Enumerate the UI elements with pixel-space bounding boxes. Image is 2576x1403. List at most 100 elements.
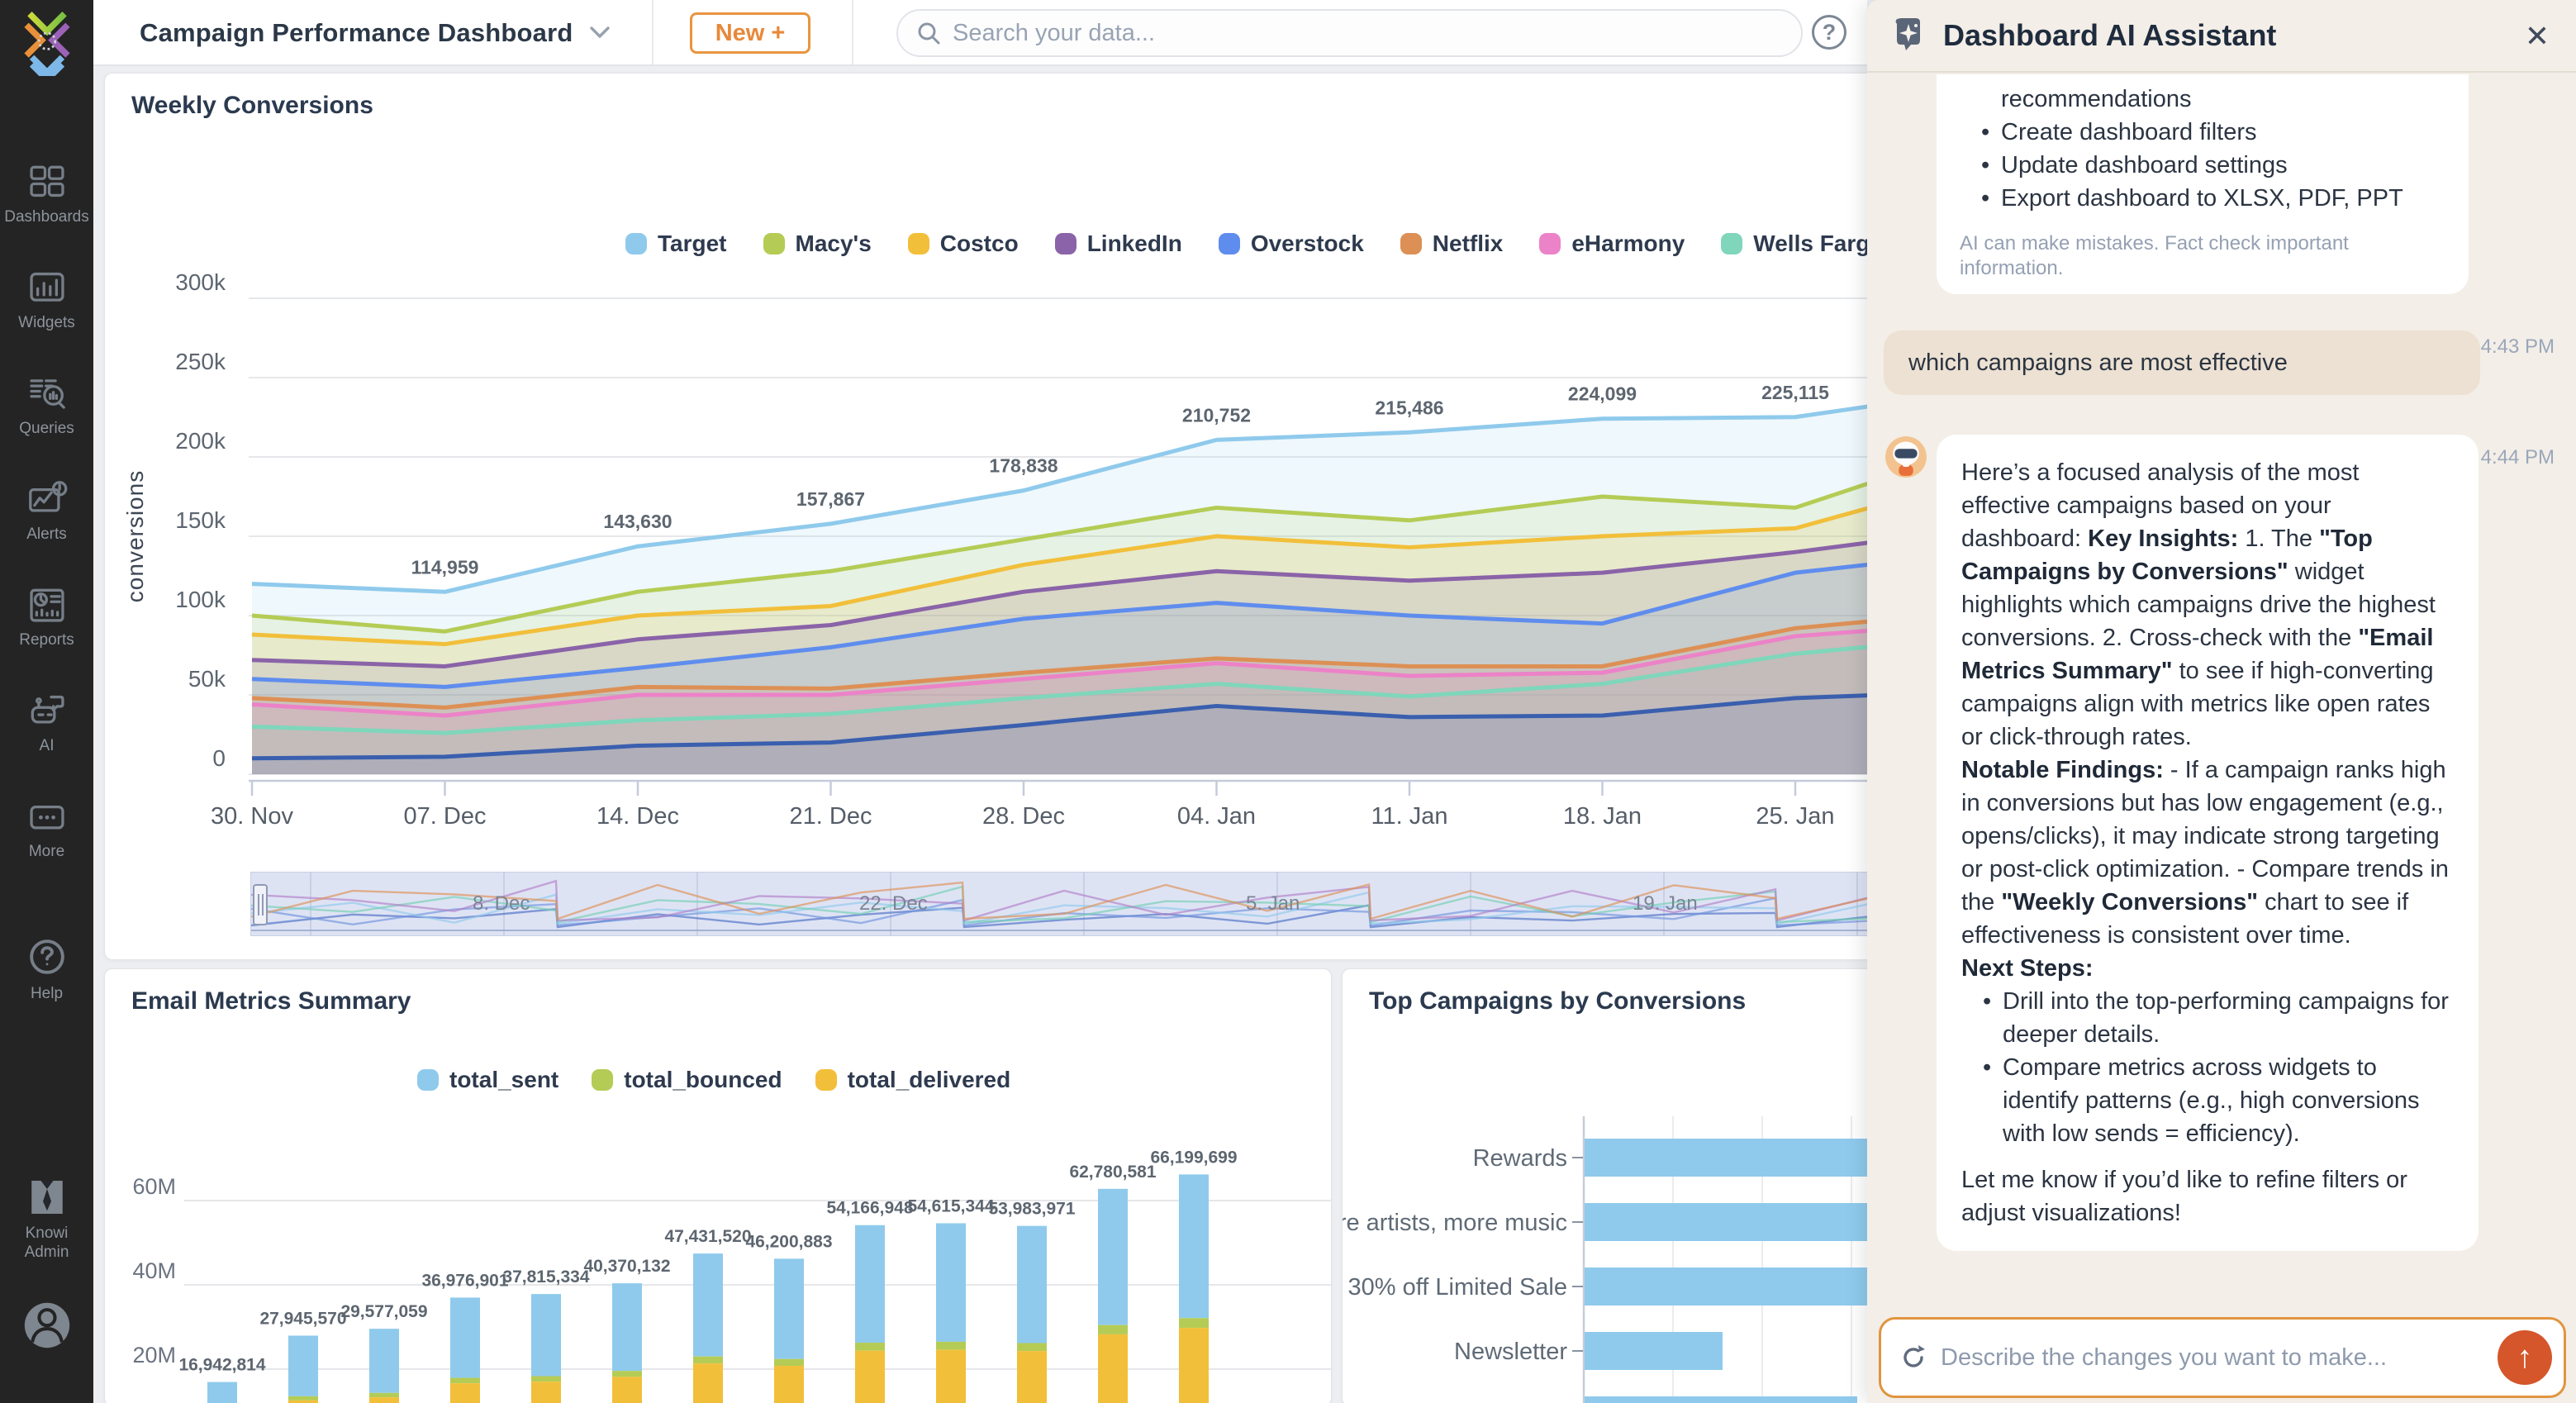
sidebar-item-alerts[interactable]: Alerts <box>0 479 93 544</box>
legend-swatch <box>1219 233 1240 254</box>
legend-item[interactable]: Costco <box>908 231 1019 257</box>
help-circle-icon[interactable]: ? <box>1812 15 1846 50</box>
topbar-divider <box>852 0 853 64</box>
navigator-date-label: 8. Dec <box>473 892 530 916</box>
sidebar-item-label: Widgets <box>0 313 93 332</box>
svg-text:11. Jan: 11. Jan <box>1371 803 1448 830</box>
new-button[interactable]: New + <box>690 12 810 54</box>
legend-swatch <box>1400 233 1422 254</box>
svg-text:100k: 100k <box>175 587 226 612</box>
legend-item[interactable]: Netflix <box>1400 231 1504 257</box>
ai-disclaimer: AI can make mistakes. Fact check importa… <box>1960 231 2445 281</box>
ai-reply-bullet: •Compare metrics across widgets to ident… <box>1961 1051 2454 1150</box>
svg-text:53,983,971: 53,983,971 <box>988 1200 1075 1219</box>
sidebar-item-help[interactable]: Help <box>0 935 93 1003</box>
chart-range-navigator[interactable]: 8. Dec22. Dec5. Jan19. Jan <box>250 872 1874 936</box>
legend-item[interactable]: LinkedIn <box>1055 231 1182 257</box>
campaign-bar[interactable] <box>1585 1203 1874 1241</box>
svg-text:300k: 300k <box>175 269 226 295</box>
svg-text:27,945,570: 27,945,570 <box>259 1309 346 1328</box>
svg-text:157,867: 157,867 <box>796 488 865 510</box>
svg-text:30% off Limited Sale: 30% off Limited Sale <box>1348 1274 1567 1301</box>
svg-text:18. Jan: 18. Jan <box>1563 803 1642 830</box>
user-avatar[interactable] <box>0 1297 93 1353</box>
sidebar-item-reports[interactable]: Reports <box>0 585 93 649</box>
legend-label: total_delivered <box>848 1067 1011 1093</box>
avatar-icon <box>0 1297 93 1353</box>
svg-text:21. Dec: 21. Dec <box>790 803 872 830</box>
weekly-conversions-chart[interactable]: 300k250k200k150k100k50k0conversions30. N… <box>105 74 1874 960</box>
legend-swatch <box>815 1069 837 1091</box>
campaign-bar[interactable] <box>1585 1396 1857 1403</box>
legend-item[interactable]: eHarmony <box>1539 231 1685 257</box>
ai-chat-input[interactable]: Describe the changes you want to make...… <box>1879 1317 2566 1398</box>
legend-item[interactable]: Target <box>625 231 727 257</box>
ai-icon <box>0 691 93 730</box>
svg-text:54,615,344: 54,615,344 <box>907 1196 994 1215</box>
svg-text:50k: 50k <box>188 666 226 692</box>
queries-icon <box>0 373 93 413</box>
ai-assistant-panel: Dashboard AI Assistant ✕ recommendations… <box>1867 0 2576 1403</box>
svg-text:114,959: 114,959 <box>411 556 479 578</box>
legend-item[interactable]: Wells Fargo <box>1721 231 1874 257</box>
navigator-date-label: 5. Jan <box>1246 892 1300 916</box>
email-bar <box>936 1223 966 1403</box>
svg-text:conversions: conversions <box>122 470 148 602</box>
legend-item[interactable]: total_sent <box>417 1067 558 1093</box>
send-button[interactable]: ↑ <box>2498 1330 2552 1385</box>
legend-label: Overstock <box>1251 231 1364 257</box>
svg-text:40,370,132: 40,370,132 <box>583 1257 670 1276</box>
top-campaigns-chart[interactable]: RewardsMore artists, more music30% off L… <box>1343 969 1874 1403</box>
campaign-bar[interactable] <box>1585 1267 1874 1306</box>
email-metrics-panel: Email Metrics Summary total_sent total_bo… <box>104 968 1332 1403</box>
ai-reply-paragraph: Here’s a focused analysis of the most ef… <box>1961 456 2454 754</box>
top-campaigns-panel: Top Campaigns by Conversions RewardsMore… <box>1342 968 1874 1403</box>
svg-text:07. Dec: 07. Dec <box>404 803 487 830</box>
widgets-icon <box>0 268 93 307</box>
campaign-bar[interactable] <box>1585 1139 1874 1177</box>
ai-bullet-item: •Export dashboard to XLSX, PDF, PPT <box>1960 182 2445 215</box>
svg-text:04. Jan: 04. Jan <box>1177 803 1256 830</box>
svg-text:60M: 60M <box>132 1174 176 1199</box>
refresh-icon[interactable] <box>1899 1344 1927 1372</box>
weekly-conversions-title: Weekly Conversions <box>131 92 373 120</box>
search-icon <box>916 21 941 45</box>
help-icon <box>0 935 93 978</box>
topbar-divider <box>652 0 654 64</box>
sidebar-item-label: Alerts <box>0 525 93 544</box>
ai-reply-paragraph: Next Steps: <box>1961 952 2454 985</box>
search-placeholder: Search your data... <box>953 20 1155 47</box>
email-metrics-chart[interactable]: 60M40M20M16,942,81427,945,57029,577,0593… <box>105 969 1332 1403</box>
email-metrics-title: Email Metrics Summary <box>131 987 411 1015</box>
sidebar-item-label: Help <box>0 984 93 1003</box>
legend-item[interactable]: Overstock <box>1219 231 1364 257</box>
legend-label: Target <box>658 231 727 257</box>
user-message-bubble: which campaigns are most effective <box>1884 331 2480 395</box>
svg-text:210,752: 210,752 <box>1182 404 1251 426</box>
alerts-icon <box>0 479 93 519</box>
svg-text:30. Nov: 30. Nov <box>211 803 293 830</box>
knowi-logo[interactable] <box>20 12 74 76</box>
ai-bullet-item: •Create dashboard filters <box>1960 116 2445 149</box>
svg-text:250k: 250k <box>175 349 226 374</box>
svg-text:0: 0 <box>212 745 226 771</box>
legend-item[interactable]: total_delivered <box>815 1067 1011 1093</box>
svg-text:150k: 150k <box>175 507 226 533</box>
sidebar-item-ai[interactable]: AI <box>0 691 93 755</box>
search-input[interactable]: Search your data... <box>896 9 1803 57</box>
legend-item[interactable]: total_bounced <box>592 1067 782 1093</box>
dashboard-title-dropdown[interactable]: Campaign Performance Dashboard <box>140 18 611 48</box>
navigator-left-handle[interactable] <box>253 884 268 925</box>
sidebar-item-admin[interactable]: Knowi Admin <box>0 1177 93 1262</box>
sidebar-item-more[interactable]: More <box>0 797 93 861</box>
legend-label: total_bounced <box>624 1067 782 1093</box>
close-icon[interactable]: ✕ <box>2525 20 2550 53</box>
sidebar-item-queries[interactable]: Queries <box>0 373 93 438</box>
legend-item[interactable]: Macy's <box>763 231 872 257</box>
sidebar-item-dashboards[interactable]: Dashboards <box>0 162 93 226</box>
ai-assistant-icon <box>1889 16 1928 55</box>
sidebar-item-widgets[interactable]: Widgets <box>0 268 93 332</box>
navigator-date-label: 19. Jan <box>1633 892 1698 916</box>
campaign-bar[interactable] <box>1585 1332 1723 1370</box>
svg-text:14. Dec: 14. Dec <box>596 803 679 830</box>
